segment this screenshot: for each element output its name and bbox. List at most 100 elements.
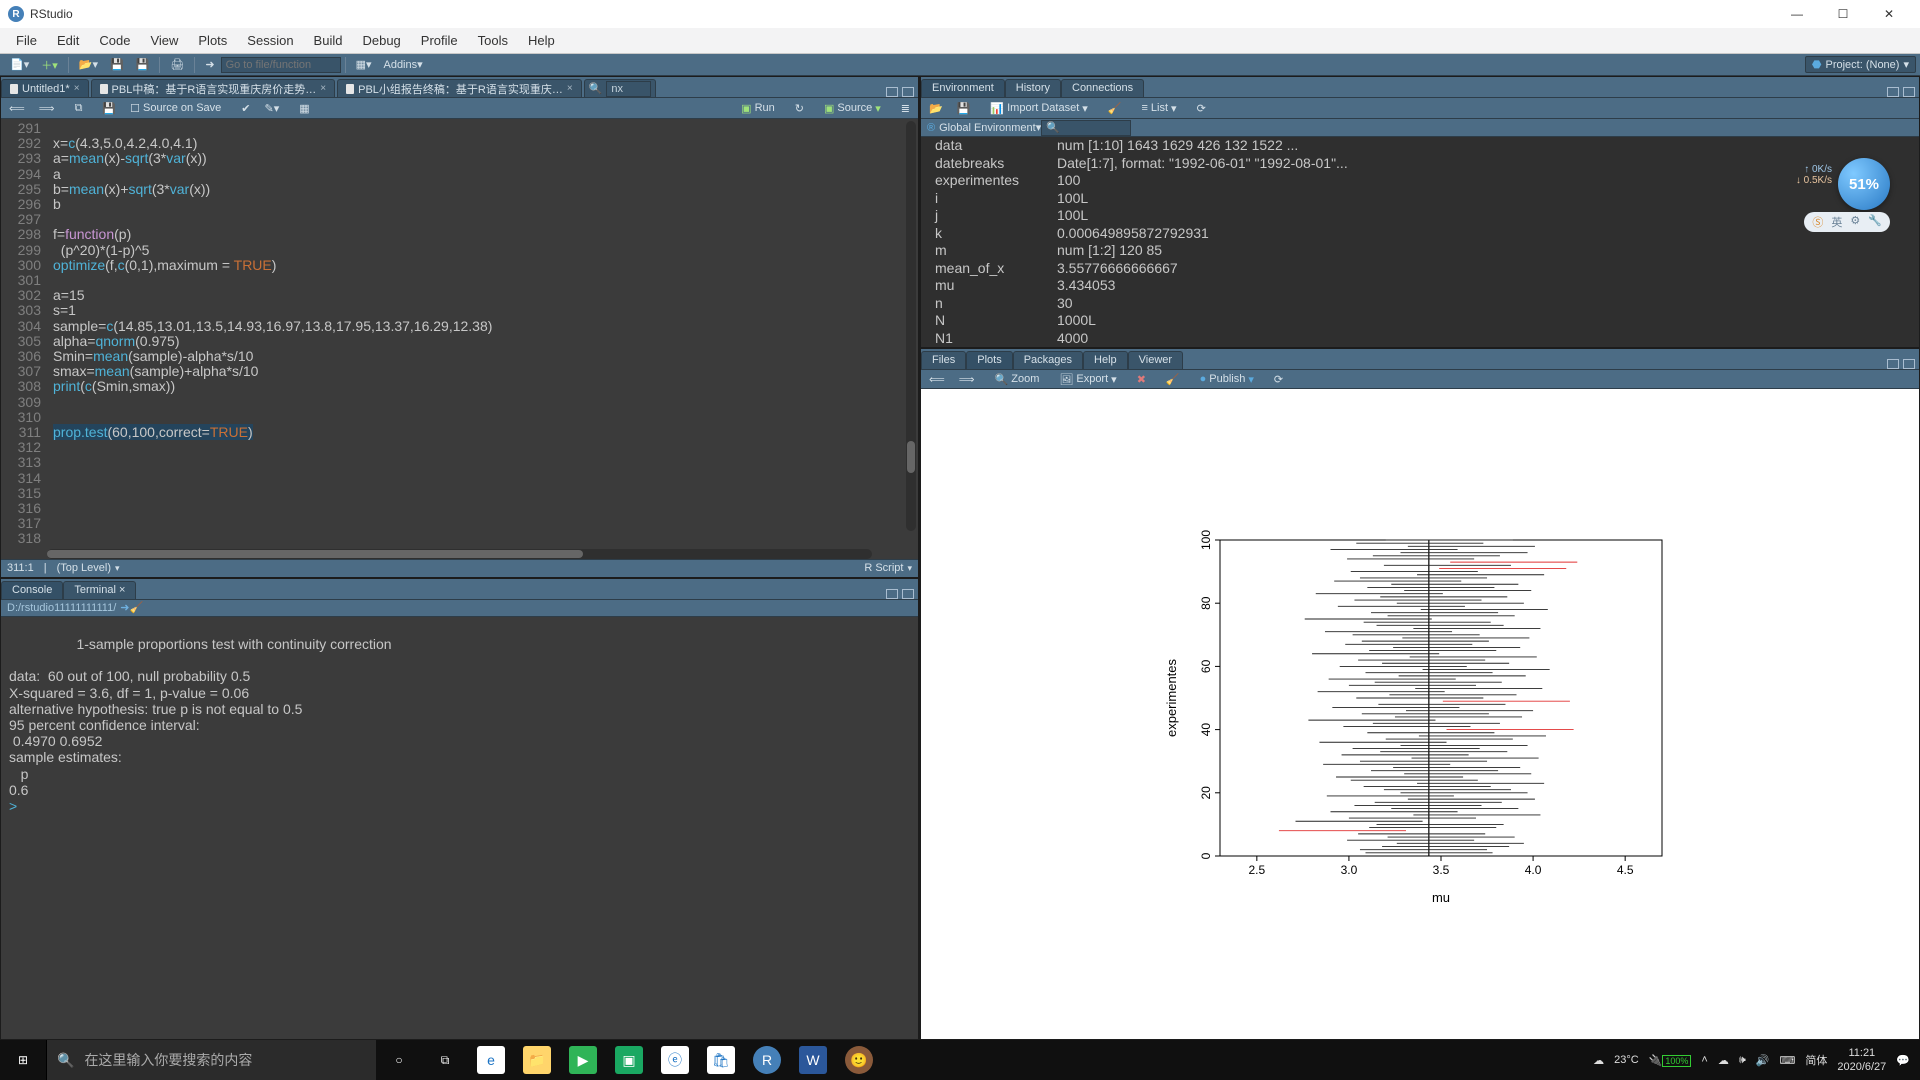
menu-code[interactable]: Code — [89, 33, 140, 48]
lang-label[interactable]: R Script — [864, 562, 903, 574]
save-all-button[interactable]: 💾 — [130, 56, 156, 74]
clear-plots-button[interactable]: 🧹 — [1162, 373, 1184, 386]
task-view-button[interactable]: ⧉ — [422, 1040, 468, 1080]
weather-icon[interactable]: ☁ — [1593, 1054, 1604, 1067]
window-minimize-button[interactable]: — — [1774, 0, 1820, 28]
tab-console[interactable]: Console — [1, 581, 63, 599]
menu-file[interactable]: File — [6, 33, 47, 48]
wand-button[interactable]: ✎▾ — [261, 102, 284, 115]
onedrive-icon[interactable]: ☁ — [1718, 1054, 1729, 1067]
env-row[interactable]: mean_of_x3.55776666666667 — [927, 260, 1913, 278]
compile-report-button[interactable]: ▦ — [295, 102, 313, 115]
clear-env-button[interactable]: 🧹 — [1104, 102, 1126, 115]
cortana-button[interactable]: ○ — [376, 1040, 422, 1080]
clear-console-button[interactable]: 🧹 — [129, 601, 143, 614]
tab-plots[interactable]: Plots — [966, 351, 1012, 369]
menu-tools[interactable]: Tools — [468, 33, 518, 48]
battery-icon[interactable]: 🔌100% — [1649, 1054, 1692, 1067]
env-row[interactable]: k0.000649895872792931 — [927, 225, 1913, 243]
outline-button[interactable]: ≣ — [897, 102, 914, 115]
taskbar-app-explorer[interactable]: 📁 — [514, 1040, 560, 1080]
save-workspace-button[interactable]: 💾 — [953, 102, 975, 115]
publish-button[interactable]: ● Publish ▾ — [1196, 373, 1258, 386]
pane-minimize-icon[interactable] — [1887, 87, 1899, 97]
menu-help[interactable]: Help — [518, 33, 565, 48]
env-search-input[interactable] — [1041, 120, 1131, 136]
plot-prev-button[interactable]: ⟸ — [925, 373, 949, 386]
ime-icon[interactable]: ⌨ — [1779, 1054, 1795, 1067]
close-tab-icon[interactable]: × — [320, 83, 326, 94]
env-row[interactable]: experimentes100 — [927, 172, 1913, 190]
taskbar-app-ie[interactable]: ⓔ — [652, 1040, 698, 1080]
console-path[interactable]: D:/rstudio11111111111/ — [7, 602, 116, 614]
source-button[interactable]: ▣ Source ▾ — [820, 102, 885, 115]
env-row[interactable]: N14000 — [927, 330, 1913, 348]
source-find-tab[interactable]: 🔍 — [584, 79, 657, 97]
pane-maximize-icon[interactable] — [902, 589, 914, 599]
spellcheck-button[interactable]: ✔ — [237, 102, 254, 115]
pane-minimize-icon[interactable] — [886, 589, 898, 599]
editor-vscrollbar[interactable] — [906, 121, 916, 531]
taskbar-app-avatar[interactable]: 🙂 — [836, 1040, 882, 1080]
env-row[interactable]: datanum [1:10] 1643 1629 426 132 1522 ..… — [927, 137, 1913, 155]
open-file-button[interactable]: 📂▾ — [73, 56, 104, 74]
pane-maximize-icon[interactable] — [1903, 359, 1915, 369]
tab-connections[interactable]: Connections — [1061, 79, 1144, 97]
goto-file-input[interactable] — [221, 57, 341, 73]
print-button[interactable]: 🖨 — [164, 56, 190, 74]
menu-build[interactable]: Build — [304, 33, 353, 48]
remove-plot-button[interactable]: ✖ — [1133, 373, 1150, 386]
show-in-new-window-button[interactable]: ⧉ — [71, 102, 87, 115]
import-dataset-button[interactable]: 📊 Import Dataset ▾ — [986, 102, 1091, 115]
taskbar-app-store[interactable]: 🛍 — [698, 1040, 744, 1080]
window-maximize-button[interactable]: ☐ — [1820, 0, 1866, 28]
tab-packages[interactable]: Packages — [1013, 351, 1083, 369]
menu-plots[interactable]: Plots — [188, 33, 237, 48]
tab-files[interactable]: Files — [921, 351, 966, 369]
new-project-button[interactable]: ＋▾ — [35, 56, 64, 74]
tab-terminal[interactable]: Terminal × — [63, 581, 136, 599]
code-area[interactable]: x=c(4.3,5.0,4.2,4.0,4.1) a=mean(x)-sqrt(… — [47, 119, 918, 549]
menu-profile[interactable]: Profile — [411, 33, 468, 48]
tab-help[interactable]: Help — [1083, 351, 1128, 369]
pane-minimize-icon[interactable] — [1887, 359, 1899, 369]
env-row[interactable]: mu3.434053 — [927, 277, 1913, 295]
menu-debug[interactable]: Debug — [352, 33, 410, 48]
close-tab-icon[interactable]: × — [567, 83, 573, 94]
taskbar-app-word[interactable]: W — [790, 1040, 836, 1080]
grid-icon[interactable]: ▦▾ — [350, 56, 378, 74]
pane-maximize-icon[interactable] — [1903, 87, 1915, 97]
run-button[interactable]: ▣ Run — [737, 102, 779, 115]
taskbar-app-media[interactable]: ▶ — [560, 1040, 606, 1080]
env-row[interactable]: datebreaksDate[1:7], format: "1992-06-01… — [927, 155, 1913, 173]
env-view-mode[interactable]: ≡ List ▾ — [1137, 102, 1180, 115]
console-output[interactable]: 1-sample proportions test with continuit… — [1, 617, 918, 1039]
taskbar-app-rstudio[interactable]: R — [744, 1040, 790, 1080]
save-source-button[interactable]: 💾 — [98, 102, 120, 115]
source-tab-2[interactable]: PBL小组报告终稿：基于R语言实现重庆…× — [337, 79, 582, 97]
taskbar-search[interactable]: 🔍 在这里输入你要搜索的内容 — [46, 1040, 376, 1080]
taskbar-clock[interactable]: 11:212020/6/27 — [1837, 1046, 1886, 1074]
new-file-button[interactable]: 📄▾ — [4, 56, 35, 74]
source-tab-0[interactable]: Untitled1*× — [1, 79, 89, 97]
tab-viewer[interactable]: Viewer — [1128, 351, 1183, 369]
network-icon[interactable]: 🕪 — [1739, 1054, 1746, 1067]
env-variable-list[interactable]: datanum [1:10] 1643 1629 426 132 1522 ..… — [921, 137, 1919, 347]
tab-environment[interactable]: Environment — [921, 79, 1005, 97]
env-row[interactable]: j100L — [927, 207, 1913, 225]
notifications-icon[interactable]: 💬 — [1896, 1054, 1910, 1067]
addins-menu[interactable]: Addins ▾ — [377, 56, 428, 74]
export-button[interactable]: 🖼 Export ▾ — [1055, 373, 1120, 386]
editor-hscrollbar[interactable] — [47, 549, 872, 559]
volume-icon[interactable]: 🔊 — [1756, 1054, 1770, 1067]
pane-minimize-icon[interactable] — [886, 87, 898, 97]
code-editor[interactable]: 291 292 293 294 295 296 297 298 299 300 … — [1, 119, 918, 549]
path-arrow-icon[interactable]: ➜ — [120, 601, 129, 614]
source-on-save-check[interactable]: ☐ Source on Save — [126, 102, 225, 115]
window-close-button[interactable]: ✕ — [1866, 0, 1912, 28]
source-tab-1[interactable]: PBL中稿：基于R语言实现重庆房价走势…× — [91, 79, 336, 97]
refresh-plot-button[interactable]: ⟳ — [1270, 373, 1287, 386]
env-row[interactable]: i100L — [927, 190, 1913, 208]
ime-lang[interactable]: 简体 — [1805, 1052, 1827, 1068]
menu-session[interactable]: Session — [237, 33, 303, 48]
